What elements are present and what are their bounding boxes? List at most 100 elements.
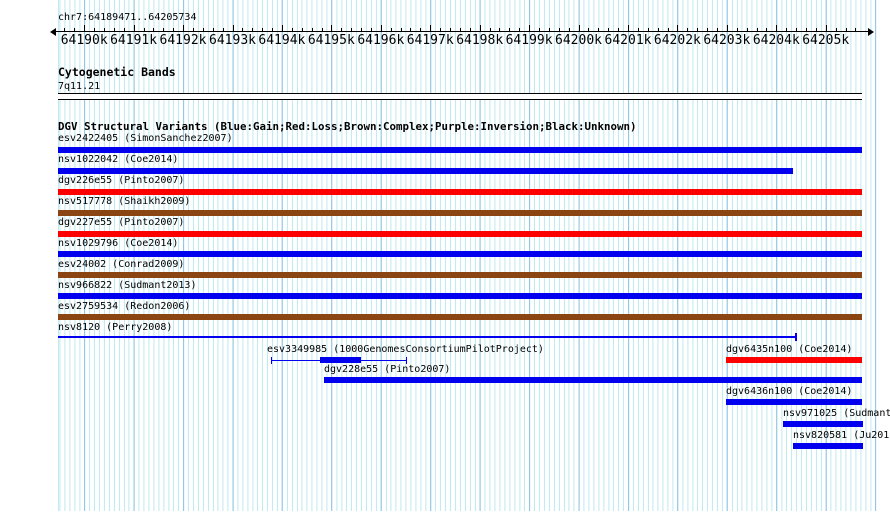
- ruler-minor-tick: [301, 28, 303, 31]
- ruler-minor-tick: [212, 28, 214, 31]
- ruler-minor-tick: [103, 28, 105, 31]
- variant-bar-nsv517778[interactable]: [58, 210, 862, 216]
- ruler-minor-tick: [370, 28, 372, 31]
- ruler-minor-tick: [173, 28, 175, 31]
- variant-label-nsv820581[interactable]: nsv820581 (Ju2010: [793, 430, 890, 442]
- ruler-minor-tick: [143, 28, 145, 31]
- ruler-minor-tick: [756, 28, 758, 31]
- variant-label-esv2759534[interactable]: esv2759534 (Redon2006): [58, 301, 190, 313]
- ruler-minor-tick: [222, 28, 224, 31]
- variant-bar-esv2759534[interactable]: [58, 314, 862, 320]
- variant-label-dgv6436n100[interactable]: dgv6436n100 (Coe2014): [726, 386, 852, 398]
- ruler-major-tick: [726, 25, 728, 31]
- ruler-major-tick: [84, 25, 86, 31]
- ruler-minor-tick: [647, 28, 649, 31]
- ruler-major-tick: [628, 25, 629, 31]
- variant-label-esv3349985[interactable]: esv3349985 (1000GenomesConsortiumPilotPr…: [267, 344, 544, 356]
- ruler-minor-tick: [568, 28, 570, 31]
- ruler-major-tick: [479, 25, 481, 31]
- ruler-minor-tick: [252, 28, 254, 31]
- variant-label-esv24002[interactable]: esv24002 (Conrad2009): [58, 259, 184, 271]
- ruler-minor-tick: [291, 28, 293, 31]
- cytoband-name-label[interactable]: 7q11.21: [58, 81, 100, 93]
- variant-bar-dgv6435n100[interactable]: [726, 357, 862, 363]
- variant-label-nsv8120[interactable]: nsv8120 (Perry2008): [58, 322, 172, 334]
- ruler-minor-tick: [766, 28, 768, 31]
- ruler-right-arrow-icon: [868, 28, 874, 36]
- ruler-minor-tick: [588, 28, 590, 31]
- ruler-minor-tick: [311, 28, 313, 31]
- ruler-minor-tick: [509, 28, 511, 31]
- ruler-major-tick: [776, 25, 778, 31]
- variant-range-righttick-esv3349985: [406, 357, 407, 364]
- variant-label-nsv1029796[interactable]: nsv1029796 (Coe2014): [58, 238, 178, 250]
- ruler-minor-tick: [805, 28, 807, 31]
- ruler-minor-tick: [262, 28, 264, 31]
- ruler-minor-tick: [400, 28, 402, 31]
- ruler-minor-tick: [707, 28, 709, 31]
- ruler-major-tick: [529, 25, 531, 31]
- variant-bar-dgv226e55[interactable]: [58, 189, 862, 195]
- ruler-minor-tick: [786, 28, 788, 31]
- ruler-minor-tick: [618, 28, 620, 31]
- dgv-section-title: DGV Structural Variants (Blue:Gain;Red:L…: [58, 120, 637, 133]
- variant-bar-esv2422405[interactable]: [58, 147, 862, 153]
- cytogenetic-bands-title: Cytogenetic Bands: [58, 65, 176, 79]
- ruler-minor-tick: [548, 28, 550, 31]
- variant-bar-esv24002[interactable]: [58, 272, 862, 278]
- genome-browser-panel: chr7:64189471..64205734 64190k 64191k 6419…: [0, 0, 890, 513]
- variant-label-nsv517778[interactable]: nsv517778 (Shaikh2009): [58, 196, 190, 208]
- ruler-major-tick: [380, 25, 382, 31]
- ruler-minor-tick: [608, 28, 610, 31]
- variant-label-nsv971025[interactable]: nsv971025 (Sudmant: [783, 408, 890, 420]
- ruler-minor-tick: [192, 28, 194, 31]
- ruler-minor-tick: [123, 28, 125, 31]
- ruler-minor-tick: [499, 28, 501, 31]
- variant-label-dgv228e55[interactable]: dgv228e55 (Pinto2007): [324, 364, 450, 376]
- ruler-minor-tick: [815, 28, 817, 31]
- variant-label-dgv6435n100[interactable]: dgv6435n100 (Coe2014): [726, 344, 852, 356]
- ruler-minor-tick: [657, 28, 659, 31]
- variant-bar-dgv227e55[interactable]: [58, 231, 862, 237]
- variant-bar-nsv820581[interactable]: [793, 443, 863, 449]
- variant-label-esv2422405[interactable]: esv2422405 (SimonSanchez2007): [58, 133, 233, 145]
- ruler-minor-tick: [113, 28, 115, 31]
- ruler-minor-tick: [202, 28, 204, 31]
- ruler-minor-tick: [153, 28, 155, 31]
- variant-label-dgv226e55[interactable]: dgv226e55 (Pinto2007): [58, 175, 184, 187]
- variant-label-nsv966822[interactable]: nsv966822 (Sudmant2013): [58, 280, 196, 292]
- variant-bar-nsv1022042[interactable]: [58, 168, 793, 174]
- ruler-major-tick: [232, 25, 234, 31]
- variant-bar-nsv966822[interactable]: [58, 293, 862, 299]
- variant-range-box-esv3349985[interactable]: [320, 357, 361, 363]
- cytoband-box[interactable]: [58, 93, 862, 100]
- ruler-minor-tick: [746, 28, 748, 31]
- ruler-minor-tick: [272, 28, 273, 31]
- ruler-minor-tick: [341, 28, 343, 31]
- ruler-minor-tick: [390, 28, 392, 31]
- ruler-major-tick: [825, 25, 827, 31]
- variant-bar-nsv971025[interactable]: [783, 421, 863, 427]
- variant-line-endtick-nsv8120: [795, 333, 797, 341]
- ruler-minor-tick: [637, 28, 639, 31]
- ruler-axis-line: [56, 31, 868, 32]
- ruler-minor-tick: [598, 28, 600, 31]
- ruler-major-tick: [677, 25, 679, 31]
- variant-line-nsv8120[interactable]: [58, 336, 797, 338]
- ruler-minor-tick: [94, 28, 95, 31]
- ruler-minor-tick: [459, 28, 461, 31]
- ruler-minor-tick: [469, 28, 471, 31]
- ruler-minor-tick: [845, 28, 847, 31]
- variant-bar-dgv228e55[interactable]: [324, 377, 862, 383]
- ruler-minor-tick: [64, 28, 66, 31]
- ruler-minor-tick: [163, 28, 165, 31]
- ruler-minor-tick: [450, 28, 451, 31]
- ruler-minor-tick: [440, 28, 442, 31]
- variant-label-nsv1022042[interactable]: nsv1022042 (Coe2014): [58, 154, 178, 166]
- variant-bar-nsv1029796[interactable]: [58, 251, 862, 257]
- variant-bar-dgv6436n100[interactable]: [726, 399, 862, 405]
- variant-label-dgv227e55[interactable]: dgv227e55 (Pinto2007): [58, 217, 184, 229]
- ruler-major-tick: [331, 25, 333, 31]
- region-coordinates-label: chr7:64189471..64205734: [58, 12, 197, 23]
- ruler-minor-tick: [351, 28, 353, 31]
